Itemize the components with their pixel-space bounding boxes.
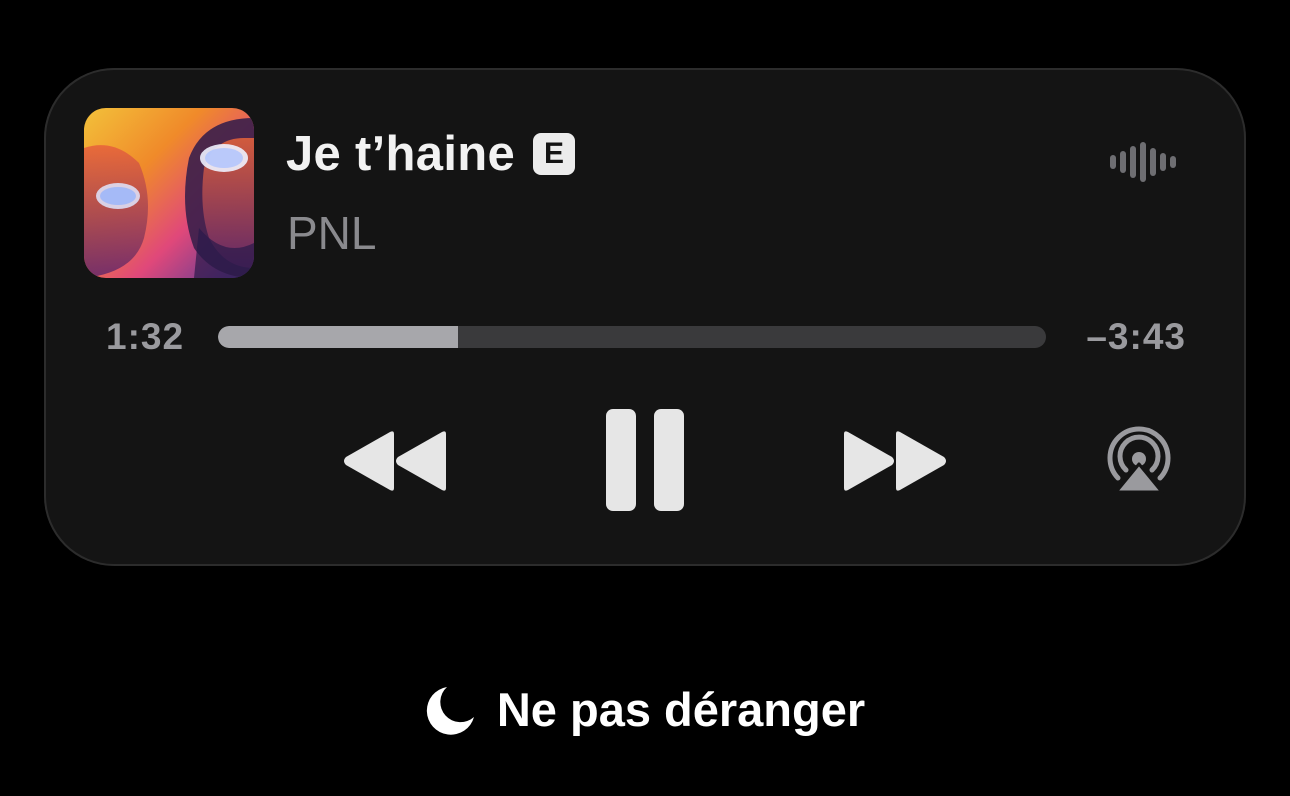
elapsed-time: 1:32 (106, 316, 185, 357)
rewind-icon[interactable] (342, 430, 450, 492)
focus-label: Ne pas déranger (496, 683, 866, 736)
song-title: Je t’haine (286, 127, 516, 181)
artist-name[interactable]: PNL (287, 206, 376, 260)
airplay-audio-icon[interactable] (1104, 426, 1174, 496)
album-artwork[interactable] (84, 108, 254, 278)
fast-forward-icon[interactable] (840, 430, 948, 492)
focus-status[interactable]: Ne pas déranger (0, 682, 1290, 737)
pause-icon[interactable] (606, 409, 684, 511)
progress-bar[interactable] (218, 326, 1046, 348)
moon-icon (426, 686, 474, 735)
audio-waveform-icon (1110, 142, 1176, 182)
explicit-badge: E (533, 133, 576, 175)
now-playing-card[interactable]: Je t’haine E PNL 1:32 –3:43 (44, 68, 1246, 566)
remaining-time: –3:43 (1086, 316, 1186, 357)
progress-fill (218, 326, 459, 348)
